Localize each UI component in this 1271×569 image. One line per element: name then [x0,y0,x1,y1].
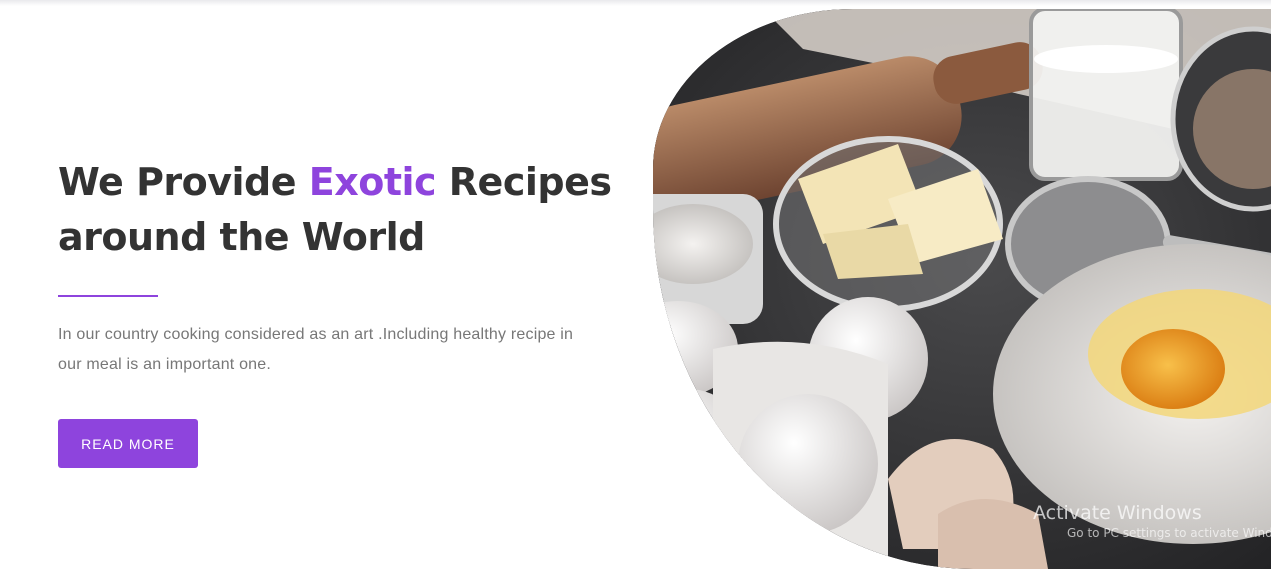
read-more-button[interactable]: READ MORE [58,419,198,468]
egg-yolk [1121,329,1225,409]
baking-ingredients-illustration [653,9,1271,569]
hero-text-block: We Provide Exotic Recipes around the Wor… [58,155,618,380]
headline-accent-word: Exotic [308,160,437,204]
hero-description: In our country cooking considered as an … [58,326,574,373]
butter-bowl [773,136,1003,312]
windows-activation-title: Activate Windows [1033,502,1202,524]
windows-activation-subtitle: Go to PC settings to activate Windows. [1067,526,1271,540]
hero-image [653,9,1271,569]
header-shadow [0,0,1271,6]
milk-glass [1029,9,1183,181]
ramekin [713,341,888,569]
hero-headline: We Provide Exotic Recipes around the Wor… [58,155,618,265]
headline-part1: We Provide [58,160,309,204]
accent-divider [58,295,158,297]
